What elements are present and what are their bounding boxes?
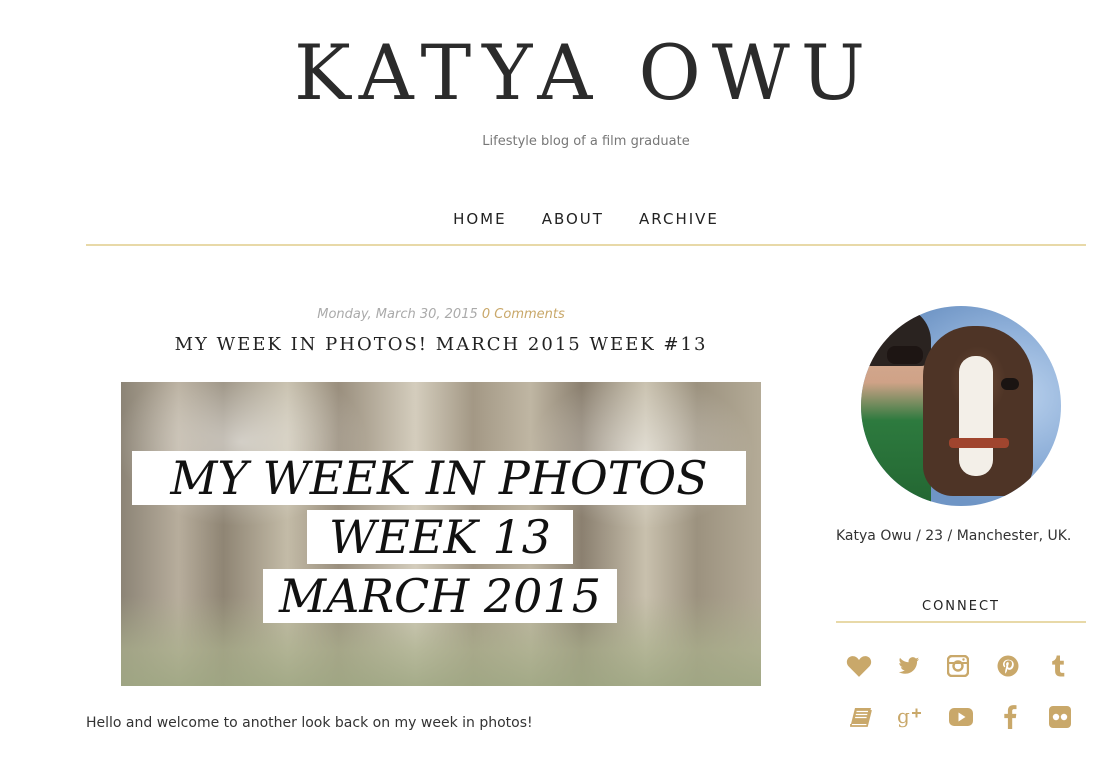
site-title[interactable]: KATYA OWU	[0, 28, 1118, 118]
google-plus-icon[interactable]: g	[895, 702, 925, 732]
post-meta: Monday, March 30, 2015 0 Comments	[86, 307, 796, 322]
pinterest-icon[interactable]	[993, 651, 1023, 681]
nav-home-link[interactable]: HOME	[453, 210, 507, 228]
image-text-line-1: MY WEEK IN PHOTOS	[132, 451, 746, 505]
avatar-dog-collar-shape	[949, 438, 1009, 448]
image-text-line-2: WEEK 13	[307, 510, 573, 564]
image-text-line-3: MARCH 2015	[263, 569, 617, 623]
post-comments-link[interactable]: 0 Comments	[482, 307, 565, 322]
sidebar-bio: Katya Owu / 23 / Manchester, UK.	[836, 528, 1072, 544]
twitter-icon[interactable]	[894, 651, 924, 681]
main-nav: HOME ABOUT ARCHIVE	[86, 204, 1086, 246]
svg-text:g: g	[897, 705, 910, 728]
avatar-sunglasses-shape	[887, 346, 923, 364]
nav-about-link[interactable]: ABOUT	[542, 210, 604, 228]
post-title[interactable]: MY WEEK IN PHOTOS! MARCH 2015 WEEK #13	[86, 334, 796, 355]
facebook-icon[interactable]	[995, 702, 1025, 732]
post-body-text: Hello and welcome to another look back o…	[86, 715, 533, 731]
avatar-dog-blaze-shape	[959, 356, 993, 476]
book-icon[interactable]	[846, 702, 876, 732]
nav-archive-link[interactable]: ARCHIVE	[639, 210, 719, 228]
heart-icon[interactable]	[844, 651, 874, 681]
instagram-icon[interactable]	[943, 651, 973, 681]
profile-avatar	[861, 306, 1061, 506]
post-featured-image[interactable]: MY WEEK IN PHOTOS WEEK 13 MARCH 2015	[121, 382, 761, 686]
tumblr-icon[interactable]	[1043, 651, 1073, 681]
connect-heading: CONNECT	[836, 599, 1086, 623]
avatar-dog-nose-shape	[1001, 378, 1019, 390]
post-date: Monday, March 30, 2015	[317, 307, 478, 322]
site-tagline: Lifestyle blog of a film graduate	[482, 134, 690, 149]
flickr-icon[interactable]	[1045, 702, 1075, 732]
youtube-icon[interactable]	[946, 702, 976, 732]
